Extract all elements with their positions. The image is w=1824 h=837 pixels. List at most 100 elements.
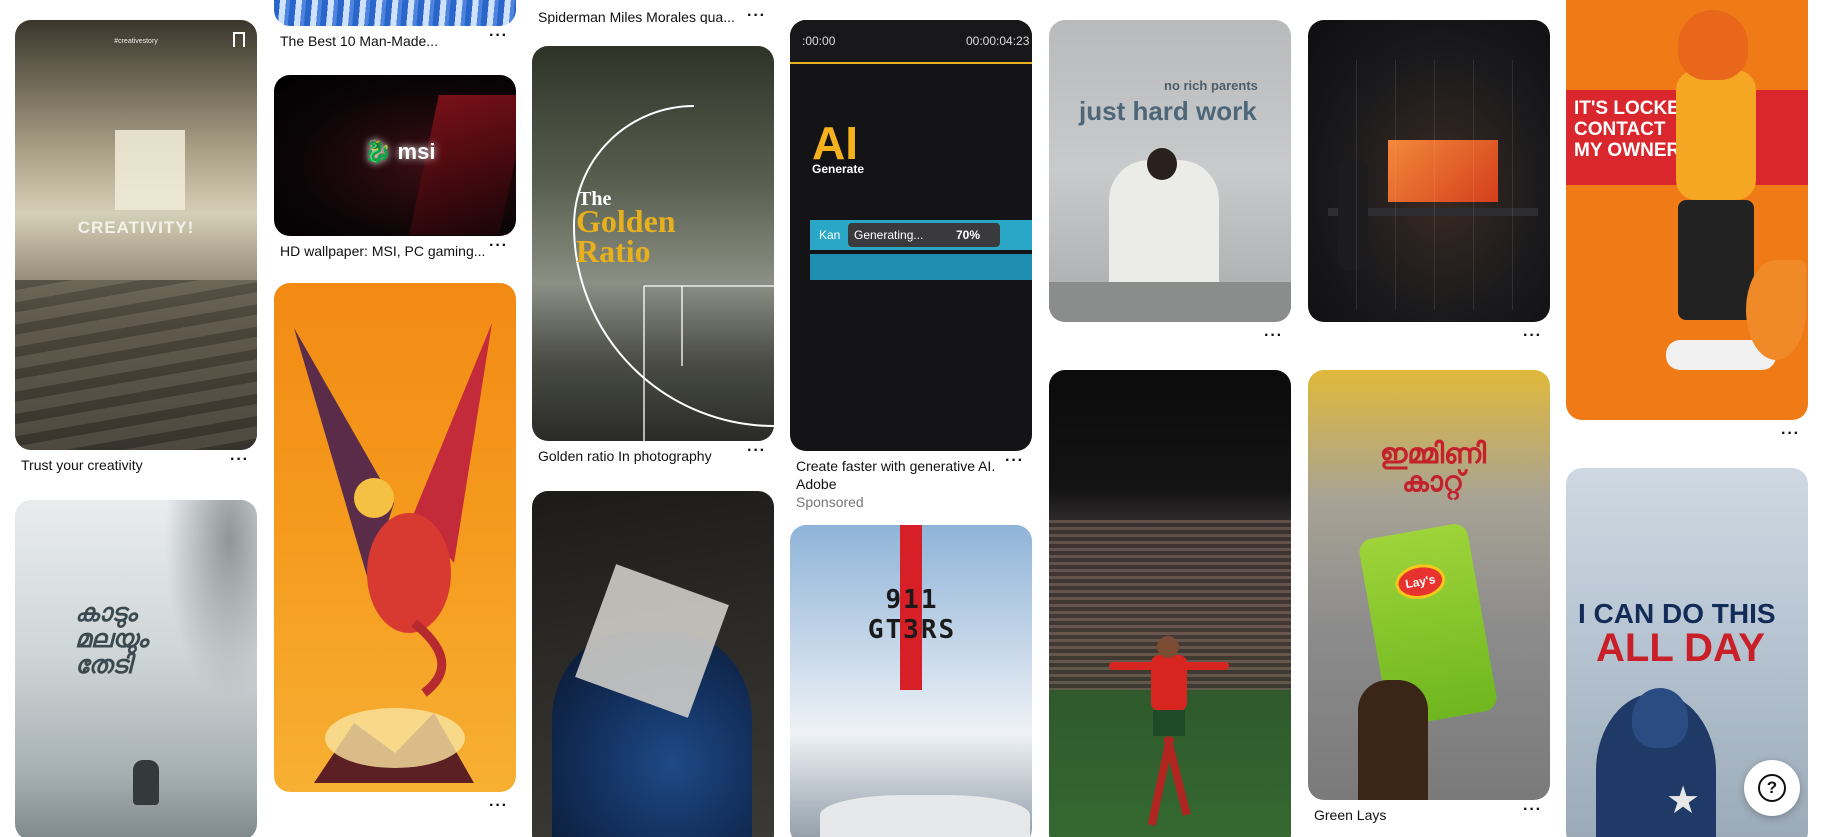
sponsored-label: Sponsored (796, 494, 864, 510)
more-options-icon[interactable]: ··· (489, 798, 508, 814)
pin-image[interactable]: IT'S LOCKED CONTACT MY OWNER (1566, 0, 1808, 420)
player-arms (1109, 662, 1229, 670)
pin-dragon[interactable]: ··· (274, 283, 516, 818)
pin-overlay-text: CREATIVITY! (77, 218, 195, 237)
overlay-line2: ALL DAY (1596, 626, 1765, 670)
pin-trust-your-creativity[interactable]: #creativestory CREATIVITY! Trust your cr… (15, 20, 257, 474)
hand (1358, 680, 1428, 800)
bookmark-icon[interactable] (233, 32, 245, 47)
pin-green-lays[interactable]: ഇമ്മിണി കാറ്റ് Lay's Green Lays ··· (1308, 370, 1550, 824)
player-head (1157, 636, 1179, 658)
pin-911-gt3rs[interactable]: 911 GT3RS (790, 525, 1032, 837)
more-options-icon[interactable]: ··· (1264, 328, 1283, 344)
pin-title[interactable]: Spiderman Miles Morales qua... ··· (532, 0, 774, 25)
dragon-tail (411, 619, 447, 697)
more-options-icon[interactable]: ··· (747, 8, 766, 24)
generating-pill: Generating... 70% (848, 223, 1000, 247)
pin-blue-roses[interactable] (532, 491, 774, 837)
pin-advertiser[interactable]: Adobe (790, 475, 1032, 493)
fox-pants (1678, 200, 1754, 320)
column-4: :00:00 00:00:04:23 AI Generate Kan Gener… (790, 0, 1032, 837)
annotation-lines (1318, 60, 1548, 310)
pin-ronaldo[interactable] (1049, 370, 1291, 837)
malayalam-title: ഇമ്മിണി കാറ്റ് (1379, 438, 1487, 497)
more-options-icon[interactable]: ··· (489, 238, 508, 254)
person-head (1147, 148, 1177, 180)
lays-logo: Lay's (1392, 560, 1448, 603)
more-options-icon[interactable]: ··· (1781, 426, 1800, 442)
pin-image[interactable] (1049, 370, 1291, 837)
pin-adobe-ad[interactable]: :00:00 00:00:04:23 AI Generate Kan Gener… (790, 20, 1032, 511)
captain-helmet (1632, 688, 1688, 748)
track-label: Kan (819, 228, 841, 242)
pin-image[interactable] (274, 283, 516, 792)
rider (133, 760, 159, 805)
pin-image[interactable] (532, 491, 774, 837)
pin-title[interactable]: The Best 10 Man-Made... ··· (274, 26, 516, 50)
more-options-icon[interactable]: ··· (1523, 802, 1542, 818)
pin-image[interactable]: 911 GT3RS (790, 525, 1032, 837)
help-button[interactable]: ? (1744, 760, 1800, 816)
overlay-small-text: no rich parents (1164, 78, 1258, 93)
pin-overlay-text: 911 GT3RS (867, 585, 957, 645)
pin-image[interactable]: കാടും മലയും തേടി (15, 500, 257, 837)
pin-footer: ··· (1049, 322, 1291, 348)
pin-image[interactable]: 🐉 msi (274, 75, 516, 236)
column-6: ··· ഇമ്മിണി കാറ്റ് Lay's Green Lays ··· (1308, 0, 1550, 824)
star-icon: ★ (1666, 780, 1701, 822)
overlay-generate: Generate (812, 162, 865, 176)
dragon-icon: 🐉 (364, 139, 392, 164)
overlay-big-text: just hard work (1079, 96, 1257, 126)
dragon-body (367, 513, 451, 633)
more-options-icon[interactable]: ··· (230, 452, 249, 468)
msi-logo: 🐉 msi (364, 139, 436, 164)
dragon-fire (354, 478, 394, 518)
pin-title[interactable]: Golden ratio In photography ··· (532, 441, 774, 465)
red-accent (409, 95, 516, 235)
pin-image[interactable]: no rich parents just hard work (1049, 20, 1291, 322)
stairs (15, 280, 257, 450)
pin-best-10-man-made[interactable]: The Best 10 Man-Made... ··· (274, 0, 516, 50)
more-options-icon[interactable]: ··· (489, 28, 508, 44)
more-options-icon[interactable]: ··· (1005, 453, 1024, 469)
column-2: The Best 10 Man-Made... ··· 🐉 msi HD wall… (274, 0, 516, 818)
generating-text: Generating... (854, 228, 924, 242)
pin-title[interactable]: Trust your creativity ··· (15, 450, 257, 474)
bench (1049, 282, 1291, 322)
dragon-illustration (294, 323, 492, 783)
pin-footer: ··· (1308, 322, 1550, 348)
pin-just-hard-work[interactable]: no rich parents just hard work ··· (1049, 20, 1291, 348)
timeline-track (810, 254, 1032, 280)
player-shorts (1153, 710, 1185, 736)
pin-image[interactable]: The Golden Ratio (532, 46, 774, 441)
more-options-icon[interactable]: ··· (747, 443, 766, 459)
pin-image[interactable]: :00:00 00:00:04:23 AI Generate Kan Gener… (790, 20, 1032, 451)
pin-gaming-setup[interactable]: ··· (1308, 20, 1550, 348)
pin-footer: ··· (1566, 420, 1808, 446)
pin-image[interactable]: #creativestory CREATIVITY! (15, 20, 257, 450)
more-options-icon[interactable]: ··· (1523, 328, 1542, 344)
pin-spiderman-miles[interactable]: Spiderman Miles Morales qua... ··· (532, 0, 774, 25)
column-3: Spiderman Miles Morales qua... ··· The Go… (532, 0, 774, 837)
pin-tag-text: #creativestory (114, 38, 158, 45)
pin-title[interactable]: Create faster with generative AI. ··· (790, 451, 1032, 475)
window-light (115, 130, 185, 210)
pin-image[interactable] (274, 0, 516, 26)
overlay-golden: Golden (576, 203, 676, 239)
pin-title[interactable]: Green Lays ··· (1308, 800, 1550, 824)
pin-msi-wallpaper[interactable]: 🐉 msi HD wallpaper: MSI, PC gaming... ··· (274, 75, 516, 260)
pin-golden-ratio[interactable]: The Golden Ratio Golden ratio In photogr… (532, 46, 774, 465)
pin-image[interactable] (1308, 20, 1550, 322)
pin-image[interactable]: ഇമ്മിണി കാറ്റ് Lay's (1308, 370, 1550, 800)
pin-fox-locked[interactable]: IT'S LOCKED CONTACT MY OWNER ··· (1566, 0, 1808, 446)
explosion-cloud (325, 708, 465, 768)
progress-text: 70% (956, 228, 981, 242)
pin-overlay-text: കാടും മലയും തേടി (75, 599, 149, 679)
pin-title[interactable]: HD wallpaper: MSI, PC gaming... ··· (274, 236, 516, 260)
player-leg (1163, 736, 1191, 816)
pin-kadum-malayum[interactable]: കാടും മലയും തേടി (15, 500, 257, 837)
column-7: IT'S LOCKED CONTACT MY OWNER ··· I CAN D… (1566, 0, 1808, 837)
help-icon: ? (1758, 774, 1786, 802)
fox-hoodie (1676, 70, 1756, 200)
column-1: #creativestory CREATIVITY! Trust your cr… (15, 0, 257, 837)
